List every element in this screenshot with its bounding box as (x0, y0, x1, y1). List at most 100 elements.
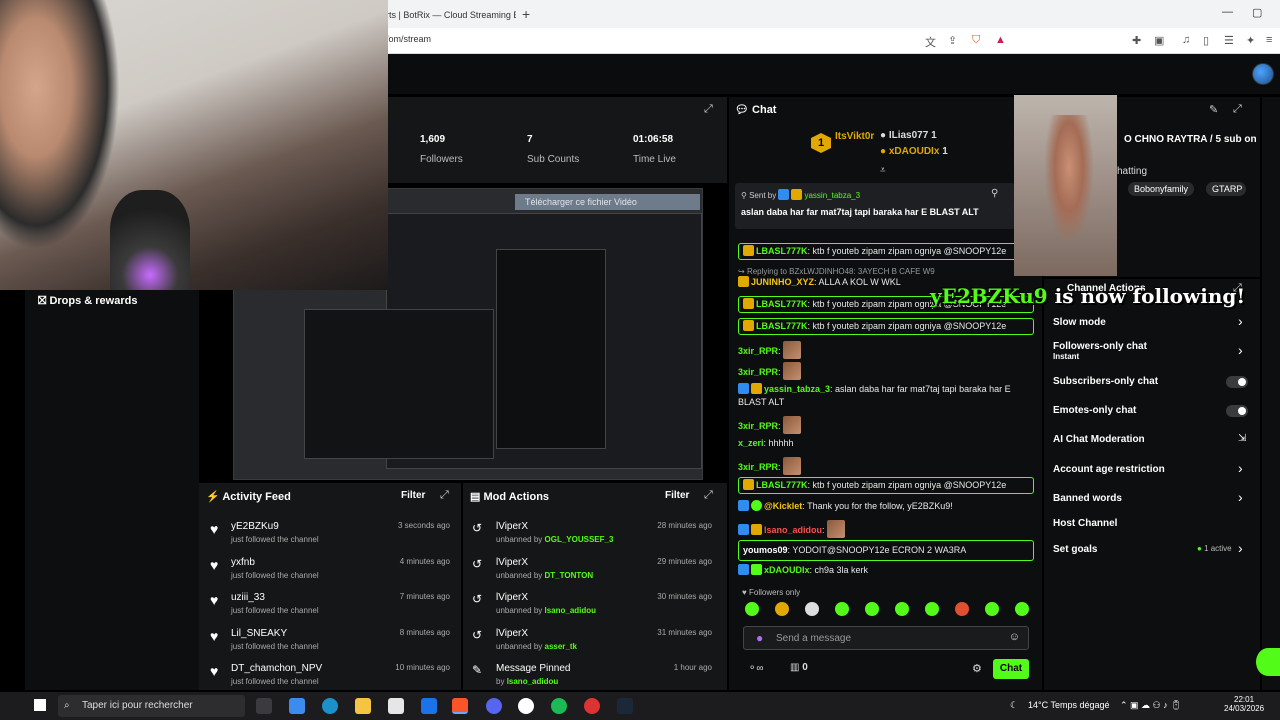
subscribers-only-toggle[interactable] (1226, 376, 1248, 388)
emote-picker-item[interactable] (895, 602, 909, 616)
feed-user[interactable]: yE2BZKu9 (231, 521, 279, 532)
emote-picker-item[interactable] (835, 602, 849, 616)
chat-user[interactable]: 3xir_RPR (738, 462, 778, 472)
action-host-channel[interactable]: Host Channel (1053, 518, 1117, 529)
minimize-icon[interactable]: — (1222, 6, 1233, 18)
mod-by[interactable]: asser_tk (545, 642, 577, 651)
leader-second[interactable]: ● ILias077 1 (880, 130, 937, 141)
emote-picker-item[interactable] (985, 602, 999, 616)
new-tab-icon[interactable]: + (522, 4, 530, 24)
leo-icon[interactable]: ✦ (1246, 34, 1255, 47)
wallet-icon[interactable]: ▣ (1154, 34, 1164, 47)
action-set-goals[interactable]: Set goals (1053, 544, 1097, 555)
drops-header[interactable]: ⛝ Drops & rewards (38, 295, 137, 308)
maximize-icon[interactable]: ▢ (1252, 6, 1262, 19)
download-video-bar[interactable]: Télécharger ce fichier Vidéo (515, 194, 700, 210)
action-ai-moderation[interactable]: AI Chat Moderation (1053, 434, 1145, 445)
leader-first-name[interactable]: ItsVikt0r (835, 131, 874, 142)
chevron-right-icon[interactable]: › (1238, 489, 1243, 505)
emote-picker-item[interactable] (775, 602, 789, 616)
chat-user[interactable]: lsano_adidou (764, 525, 822, 535)
chat-user[interactable]: LBASL777K (756, 321, 808, 331)
browser-tab[interactable]: rts | BotRix — Cloud Streaming B (386, 4, 516, 26)
undo-icon[interactable]: ↺ (472, 521, 482, 535)
brave-shield-icon[interactable]: ⛉ (972, 34, 980, 47)
stream-category[interactable]: hatting (1117, 166, 1147, 177)
mod-by[interactable]: lsano_adidou (545, 606, 597, 615)
trash-icon[interactable]: ▥ (790, 662, 802, 673)
mod-target[interactable]: lViperX (496, 521, 528, 532)
chat-user[interactable]: youmos09 (743, 545, 788, 555)
undo-icon[interactable]: ↺ (472, 628, 482, 642)
copilot-icon[interactable] (289, 698, 305, 714)
expand-icon[interactable]: ⤢ (440, 489, 449, 502)
chevron-right-icon[interactable]: › (1238, 313, 1243, 329)
chat-user[interactable]: @Kicklet (764, 501, 802, 511)
emote-picker-item[interactable] (1015, 602, 1029, 616)
emote-picker-item[interactable] (805, 602, 819, 616)
gear-icon[interactable]: ⚙ (972, 662, 982, 675)
action-subscribers-only[interactable]: Subscribers-only chat (1053, 376, 1158, 387)
mod-target[interactable]: lViperX (496, 592, 528, 603)
undo-icon[interactable]: ↺ (472, 592, 482, 606)
chat-user[interactable]: 3xir_RPR (738, 346, 778, 356)
mod-target[interactable]: lViperX (496, 557, 528, 568)
action-slow-mode[interactable]: Slow mode (1053, 317, 1106, 328)
activity-filter-button[interactable]: Filter (401, 490, 425, 501)
reader-icon[interactable]: ☰ (1224, 34, 1234, 47)
brave-rewards-icon[interactable]: ▲ (995, 34, 1006, 46)
url-text[interactable]: /om/stream (386, 34, 431, 44)
send-chat-button[interactable]: Chat (993, 659, 1029, 679)
feed-user[interactable]: DT_chamchon_NPV (231, 663, 322, 674)
external-link-icon[interactable]: ⇲ (1238, 433, 1246, 444)
feed-user[interactable]: Lil_SNEAKY (231, 628, 287, 639)
extensions-icon[interactable]: ✚ (1132, 34, 1141, 47)
sidebar-icon[interactable]: ▯ (1203, 34, 1209, 47)
mail-icon[interactable] (421, 698, 437, 714)
pinned-message[interactable]: ⚲ Sent by yassin_tabza_3 ⚲ aslan daba ha… (735, 183, 1015, 229)
spotify-icon[interactable] (551, 698, 567, 714)
app-icon[interactable] (584, 698, 600, 714)
taskbar-search[interactable]: ⌕ Taper ici pour rechercher (58, 695, 245, 717)
obs-icon[interactable] (518, 698, 534, 714)
action-banned-words[interactable]: Banned words (1053, 493, 1122, 504)
emote-picker-item[interactable] (955, 602, 969, 616)
expand-icon[interactable]: ⤢ (1233, 103, 1242, 116)
mod-filter-button[interactable]: Filter (665, 490, 689, 501)
leader-third[interactable]: ● xDAOUDIx 1 (880, 146, 948, 157)
action-followers-only[interactable]: Followers-only chat (1053, 341, 1147, 352)
edit-icon[interactable]: ✎ (1209, 103, 1218, 116)
mod-by[interactable]: OGL_YOUSSEF_3 (545, 535, 614, 544)
mod-by[interactable]: DT_TONTON (545, 571, 594, 580)
mod-by[interactable]: lsano_adidou (507, 677, 559, 686)
expand-icon[interactable]: ⤢ (704, 489, 713, 502)
weather-text[interactable]: 14°C Temps dégagé (1028, 700, 1110, 710)
chevron-right-icon[interactable]: › (1238, 540, 1243, 556)
chat-user[interactable]: LBASL777K (756, 299, 808, 309)
stream-tag[interactable]: Bobonyfamily (1128, 182, 1195, 196)
expand-icon[interactable]: ⤢ (704, 103, 713, 116)
chat-user[interactable]: xDAOUDIx (764, 565, 810, 575)
clock[interactable]: 22:01 24/03/2026 (1224, 695, 1264, 713)
chat-user[interactable]: JUNINHO_XYZ (751, 277, 814, 287)
chat-user[interactable]: 3xir_RPR (738, 421, 778, 431)
tray-icons[interactable]: ⌃ ▣ ☁ ⚇ ♪ 🔋︎ (1120, 700, 1182, 711)
chat-user[interactable]: yassin_tabza_3 (764, 384, 830, 394)
discord-icon[interactable] (486, 698, 502, 714)
chevron-right-icon[interactable]: › (1238, 342, 1243, 358)
windows-start-icon[interactable] (34, 699, 46, 711)
edge-icon[interactable] (322, 698, 338, 714)
pin-settings-icon[interactable]: ⚬∞ (748, 663, 764, 674)
unpin-icon[interactable]: ⚲ (991, 188, 998, 199)
chat-user[interactable]: LBASL777K (756, 480, 808, 490)
chevron-right-icon[interactable]: › (1238, 460, 1243, 476)
emote-picker-item[interactable] (925, 602, 939, 616)
store-icon[interactable] (388, 698, 404, 714)
translate-icon[interactable]: 文 (925, 34, 936, 50)
emotes-only-toggle[interactable] (1226, 405, 1248, 417)
feed-user[interactable]: yxfnb (231, 557, 255, 568)
share-icon[interactable]: ⇪ (948, 34, 957, 47)
user-avatar[interactable] (1252, 63, 1274, 85)
chat-user[interactable]: 3xir_RPR (738, 367, 778, 377)
chat-user[interactable]: LBASL777K (756, 246, 808, 256)
